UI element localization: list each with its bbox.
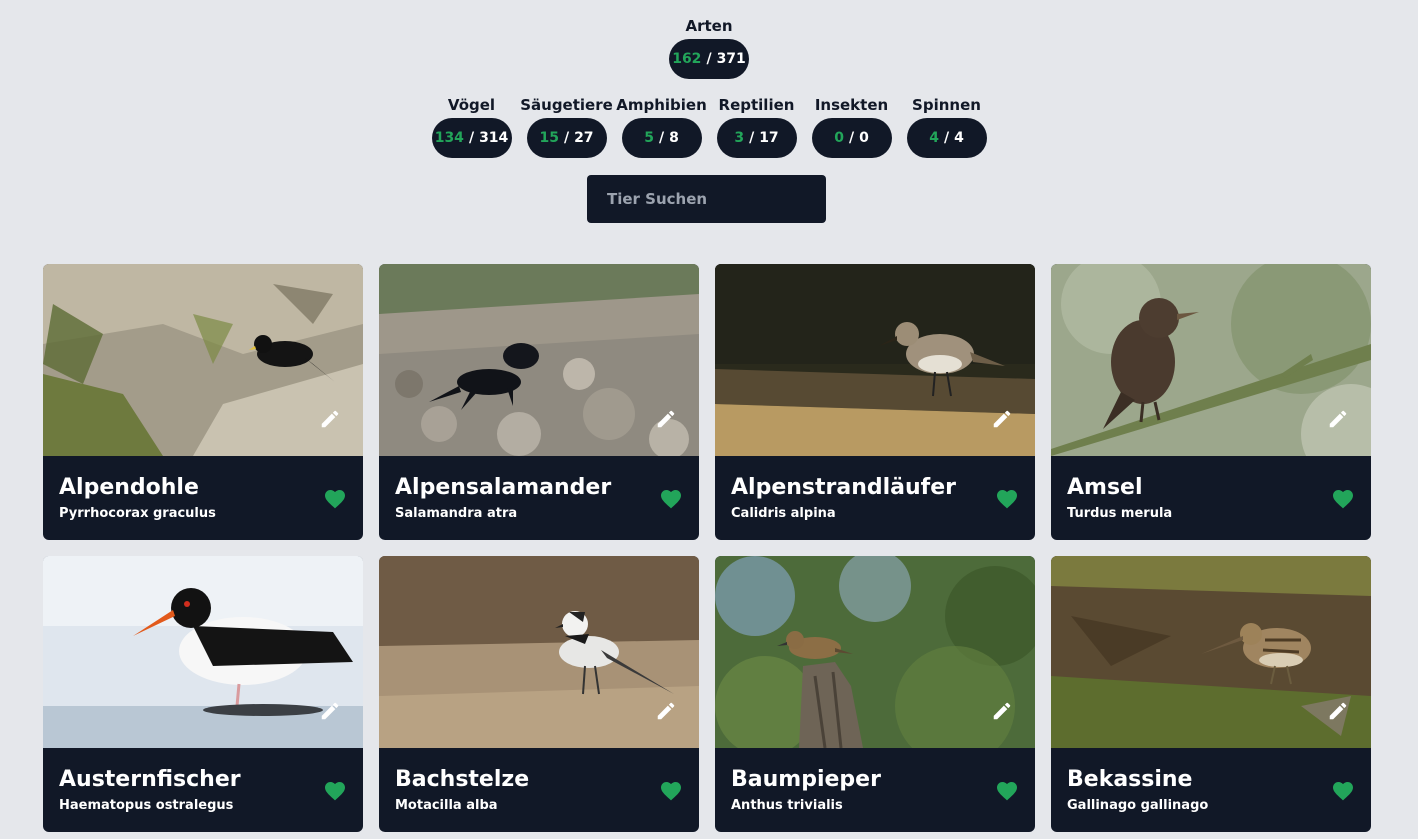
species-photo bbox=[379, 264, 699, 456]
category-label: Vögel bbox=[447, 96, 496, 114]
category-total-count: 8 bbox=[669, 130, 679, 146]
category-counter: 4/4 bbox=[906, 118, 987, 158]
category-label: Reptilien bbox=[718, 96, 795, 114]
heart-icon[interactable] bbox=[659, 487, 683, 509]
category-label: Amphibien bbox=[616, 96, 707, 114]
category-found-count: 3 bbox=[734, 130, 745, 146]
dunlin-photo bbox=[715, 264, 1035, 456]
species-name: Bachstelze bbox=[395, 767, 530, 792]
category-insekten[interactable]: Insekten 0/0 bbox=[811, 96, 892, 158]
species-latin-name: Pyrrhocorax graculus bbox=[59, 506, 216, 521]
category-found-count: 0 bbox=[834, 130, 844, 146]
species-photo bbox=[715, 264, 1035, 456]
pencil-icon[interactable] bbox=[1327, 700, 1349, 722]
species-photo bbox=[43, 264, 363, 456]
pencil-icon[interactable] bbox=[319, 408, 341, 430]
species-name: Alpenstrandläufer bbox=[731, 475, 957, 500]
category-label: Säugetiere bbox=[520, 96, 613, 114]
category-saeugetiere[interactable]: Säugetiere 15/27 bbox=[520, 96, 613, 158]
category-total-count: 0 bbox=[859, 130, 869, 146]
category-counter: 0/0 bbox=[811, 118, 892, 158]
species-card-amsel[interactable]: Amsel Turdus merula bbox=[1051, 264, 1371, 540]
category-found-count: 15 bbox=[539, 130, 559, 146]
species-found-count: 162 bbox=[672, 51, 702, 67]
species-name: Bekassine bbox=[1067, 767, 1193, 792]
species-total-label: Arten bbox=[685, 17, 733, 35]
species-latin-name: Anthus trivialis bbox=[731, 798, 843, 813]
species-name: Baumpieper bbox=[731, 767, 881, 792]
species-name: Alpensalamander bbox=[395, 475, 612, 500]
heart-icon[interactable] bbox=[995, 779, 1019, 801]
species-latin-name: Salamandra atra bbox=[395, 506, 518, 521]
category-total-count: 27 bbox=[574, 130, 594, 146]
species-total: Arten 162/371 bbox=[0, 17, 1418, 79]
category-found-count: 5 bbox=[644, 130, 654, 146]
category-voegel[interactable]: Vögel 134/314 bbox=[431, 96, 512, 158]
heart-icon[interactable] bbox=[1331, 779, 1355, 801]
pencil-icon[interactable] bbox=[991, 408, 1013, 430]
category-found-count: 134 bbox=[434, 130, 464, 146]
species-card-alpendohle[interactable]: Alpendohle Pyrrhocorax graculus bbox=[43, 264, 363, 540]
category-counters: Vögel 134/314 Säugetiere 15/27 Amphibien… bbox=[0, 96, 1418, 158]
category-amphibien[interactable]: Amphibien 5/8 bbox=[616, 96, 707, 158]
white-wagtail-photo bbox=[379, 556, 699, 748]
species-card-austernfischer[interactable]: Austernfischer Haematopus ostralegus bbox=[43, 556, 363, 832]
species-card-bachstelze[interactable]: Bachstelze Motacilla alba bbox=[379, 556, 699, 832]
species-latin-name: Motacilla alba bbox=[395, 798, 498, 813]
species-card-alpenstrandlaeufer[interactable]: Alpenstrandläufer Calidris alpina bbox=[715, 264, 1035, 540]
heart-icon[interactable] bbox=[659, 779, 683, 801]
category-counter: 15/27 bbox=[526, 118, 607, 158]
oystercatcher-photo bbox=[43, 556, 363, 748]
category-counter: 134/314 bbox=[431, 118, 512, 158]
species-latin-name: Turdus merula bbox=[1067, 506, 1173, 521]
alpine-chough-photo bbox=[43, 264, 363, 456]
species-latin-name: Haematopus ostralegus bbox=[59, 798, 234, 813]
species-total-count: 371 bbox=[716, 51, 746, 67]
category-label: Spinnen bbox=[912, 96, 981, 114]
species-photo bbox=[715, 556, 1035, 748]
species-total-counter: 162/371 bbox=[669, 39, 749, 79]
category-found-count: 4 bbox=[929, 130, 939, 146]
heart-icon[interactable] bbox=[323, 779, 347, 801]
pencil-icon[interactable] bbox=[991, 700, 1013, 722]
species-latin-name: Gallinago gallinago bbox=[1067, 798, 1209, 813]
species-photo bbox=[43, 556, 363, 748]
heart-icon[interactable] bbox=[995, 487, 1019, 509]
species-name: Austernfischer bbox=[59, 767, 241, 792]
heart-icon[interactable] bbox=[1331, 487, 1355, 509]
pencil-icon[interactable] bbox=[319, 700, 341, 722]
species-photo bbox=[1051, 556, 1371, 748]
common-snipe-photo bbox=[1051, 556, 1371, 748]
category-reptilien[interactable]: Reptilien 3/17 bbox=[716, 96, 797, 158]
species-photo bbox=[1051, 264, 1371, 456]
species-card-baumpieper[interactable]: Baumpieper Anthus trivialis bbox=[715, 556, 1035, 832]
category-counter: 3/17 bbox=[716, 118, 797, 158]
alpine-salamander-photo bbox=[379, 264, 699, 456]
species-photo bbox=[379, 556, 699, 748]
category-total-count: 4 bbox=[954, 130, 964, 146]
pencil-icon[interactable] bbox=[655, 408, 677, 430]
heart-icon[interactable] bbox=[323, 487, 347, 509]
category-total-count: 314 bbox=[479, 130, 509, 146]
category-counter: 5/8 bbox=[621, 118, 702, 158]
blackbird-photo bbox=[1051, 264, 1371, 456]
animal-search-input[interactable] bbox=[587, 175, 826, 223]
category-spinnen[interactable]: Spinnen 4/4 bbox=[906, 96, 987, 158]
tree-pipit-photo bbox=[715, 556, 1035, 748]
species-name: Alpendohle bbox=[59, 475, 199, 500]
species-latin-name: Calidris alpina bbox=[731, 506, 836, 521]
species-card-alpensalamander[interactable]: Alpensalamander Salamandra atra bbox=[379, 264, 699, 540]
pencil-icon[interactable] bbox=[655, 700, 677, 722]
species-card-bekassine[interactable]: Bekassine Gallinago gallinago bbox=[1051, 556, 1371, 832]
category-label: Insekten bbox=[814, 96, 889, 114]
species-grid: Alpendohle Pyrrhocorax graculus Alpensal… bbox=[43, 264, 1371, 832]
species-name: Amsel bbox=[1067, 475, 1143, 500]
pencil-icon[interactable] bbox=[1327, 408, 1349, 430]
category-total-count: 17 bbox=[759, 130, 779, 146]
